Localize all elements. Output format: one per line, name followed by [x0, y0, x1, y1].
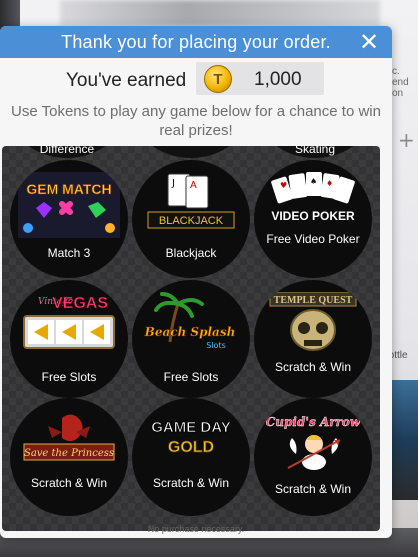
game-tile-temple-quest[interactable]: TEMPLE QUEST Scratch & Win — [254, 280, 372, 398]
modal-title: Thank you for placing your order. — [61, 31, 331, 52]
game-label: Scratch & Win — [152, 476, 230, 490]
svg-text:A: A — [190, 180, 197, 191]
skull-icon: TEMPLE QUEST — [262, 292, 364, 358]
game-label: Difference — [39, 146, 95, 156]
svg-text:J: J — [171, 178, 175, 189]
dragon-icon: Save the Princess — [18, 410, 120, 476]
instructions-text: Use Tokens to play any game below for a … — [11, 103, 381, 139]
close-icon[interactable]: ✕ — [356, 28, 382, 56]
background-text-line: on — [392, 88, 404, 99]
games-grid: Difference Skating GEM MATCH Match 3 J A… — [2, 146, 380, 531]
game-label: Match 3 — [47, 246, 91, 260]
background-text-line: end — [392, 77, 409, 88]
modal-header: Thank you for placing your order. ✕ — [0, 26, 392, 58]
game-tile-vintage-vegas[interactable]: Vintage VEGAS Free Slots — [10, 280, 128, 398]
football-banner-icon: GAME DAY GOLD — [140, 410, 242, 476]
game-title-art: GEM MATCH — [26, 181, 111, 197]
background-header-blur — [60, 0, 380, 26]
game-title-art-small: GOLD — [168, 439, 214, 456]
cupid-icon: Cupid's Arrow — [262, 410, 364, 476]
gem-match-icon: GEM MATCH — [18, 172, 120, 238]
game-title-art: TEMPLE QUEST — [274, 295, 353, 306]
game-title-art: Beach Splash — [144, 325, 236, 339]
token-balance: T 1,000 — [196, 62, 324, 95]
partial-game-tile[interactable] — [132, 146, 250, 158]
game-tile-beach-splash[interactable]: Beach Splash Slots Free Slots — [132, 280, 250, 398]
game-title-art: VEGAS — [52, 295, 108, 312]
game-label: Free Video Poker — [266, 232, 360, 246]
game-title-art: VIDEO POKER — [271, 209, 355, 223]
game-label: Scratch & Win — [274, 482, 352, 496]
token-coin-icon: T — [204, 65, 232, 93]
game-tile-save-the-princess[interactable]: Save the Princess Scratch & Win — [10, 398, 128, 516]
game-label: Free Slots — [163, 370, 219, 384]
game-label: Free Slots — [41, 370, 97, 384]
game-tile-game-day-gold[interactable]: GAME DAY GOLD Scratch & Win — [132, 398, 250, 516]
tokens-earned-row: You've earned T 1,000 — [0, 62, 392, 96]
plus-icon: + — [398, 128, 415, 152]
disclaimer-text: No purchase necessary. — [147, 524, 245, 534]
svg-text:♥: ♥ — [280, 181, 287, 190]
poker-hand-icon: ♥ ♠ ♦ VIDEO POKER — [262, 172, 364, 238]
game-label: Scratch & Win — [30, 476, 108, 490]
background-side-text: c. end on — [392, 66, 418, 99]
game-title-art-small: Slots — [206, 341, 226, 350]
order-confirmation-modal: Thank you for placing your order. ✕ You'… — [0, 26, 392, 538]
game-circle — [132, 146, 250, 158]
partial-game-tile[interactable]: Difference — [8, 146, 126, 158]
partial-game-tile[interactable]: Skating — [256, 146, 374, 158]
game-title-art: BLACKJACK — [159, 215, 224, 227]
playing-cards-icon: J A BLACKJACK — [140, 172, 242, 238]
game-tile-cupids-arrow[interactable]: Cupid's Arrow Scratch & Win — [254, 398, 372, 516]
game-title-art: Cupid's Arrow — [266, 415, 361, 429]
game-tile-match3[interactable]: GEM MATCH Match 3 — [10, 160, 128, 278]
game-label: Blackjack — [165, 246, 217, 260]
svg-text:♦: ♦ — [326, 179, 333, 188]
palm-tree-icon: Beach Splash Slots — [140, 292, 242, 358]
game-label: Scratch & Win — [274, 360, 352, 374]
earned-label: You've earned — [66, 70, 187, 91]
game-title-art: GAME DAY — [151, 419, 230, 436]
svg-text:♠: ♠ — [310, 177, 317, 186]
game-tile-blackjack[interactable]: J A BLACKJACK Blackjack — [132, 160, 250, 278]
game-label: Skating — [294, 146, 336, 156]
game-tile-video-poker[interactable]: ♥ ♠ ♦ VIDEO POKER Free Video Poker — [254, 160, 372, 278]
background-text-line: c. — [392, 66, 400, 77]
token-amount: 1,000 — [254, 69, 302, 90]
game-title-art: Save the Princess — [24, 448, 114, 459]
slot-reels-icon: Vintage VEGAS — [18, 292, 120, 358]
